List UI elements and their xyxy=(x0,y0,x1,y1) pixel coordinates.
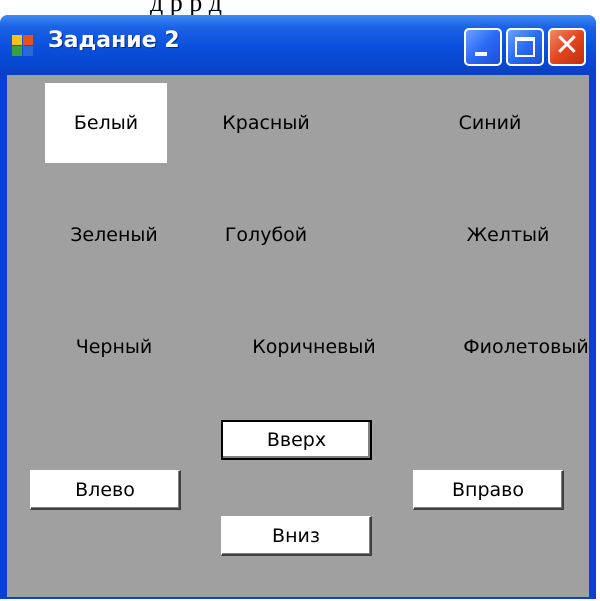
color-label-blue[interactable]: Синий xyxy=(429,83,551,163)
color-label-white[interactable]: Белый xyxy=(45,83,167,163)
close-button[interactable]: ✕ xyxy=(548,28,586,66)
color-label-brown[interactable]: Коричневый xyxy=(252,307,375,387)
color-label-green[interactable]: Зеленый xyxy=(53,195,175,275)
close-icon: ✕ xyxy=(554,28,580,63)
maximize-icon xyxy=(515,37,535,57)
right-button[interactable]: Вправо xyxy=(413,470,564,510)
color-label-violet[interactable]: Фиолетовый xyxy=(463,307,588,387)
app-icon[interactable] xyxy=(12,35,34,57)
color-label-red[interactable]: Красный xyxy=(205,83,327,163)
color-label-yellow[interactable]: Желтый xyxy=(447,195,569,275)
up-button[interactable]: Вверх xyxy=(221,420,372,460)
minimize-button[interactable] xyxy=(464,28,502,66)
color-label-black[interactable]: Черный xyxy=(53,307,175,387)
form-client-area: Белый Красный Синий Зеленый Голубой Желт… xyxy=(7,75,589,597)
left-button[interactable]: Влево xyxy=(30,470,181,510)
color-label-light-blue[interactable]: Голубой xyxy=(205,195,327,275)
form-window: Задание 2 ✕ Белый Красный Синий Зеленый … xyxy=(0,15,596,599)
minimize-icon xyxy=(475,52,487,56)
title-bar[interactable]: Задание 2 ✕ xyxy=(0,15,596,75)
down-button[interactable]: Вниз xyxy=(221,516,372,556)
maximize-button[interactable] xyxy=(506,28,544,66)
window-title: Задание 2 xyxy=(48,28,180,53)
